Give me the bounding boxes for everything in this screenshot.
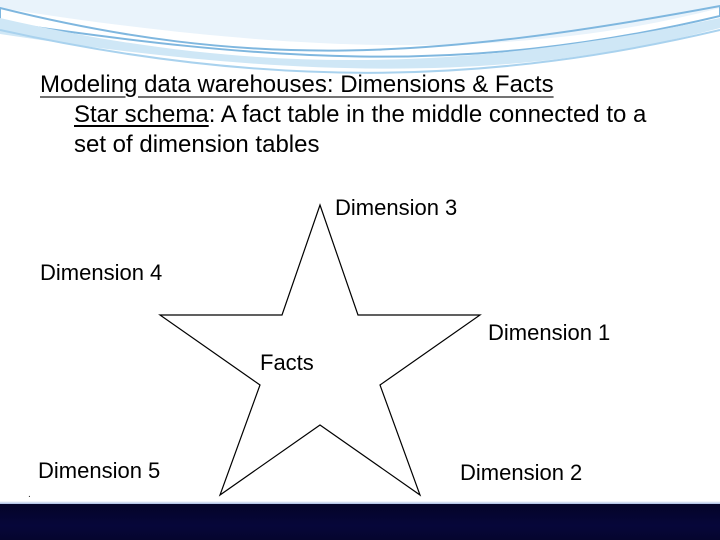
title-line-2: Star schema: A fact table in the middle … — [40, 100, 680, 160]
schema-name: Star schema — [74, 101, 209, 128]
slide-title: Modeling data warehouses: Dimensions & F… — [40, 70, 680, 160]
footer-bar — [0, 504, 720, 540]
label-dimension-1: Dimension 1 — [488, 320, 610, 346]
star-shape — [150, 195, 490, 515]
label-dimension-4: Dimension 4 — [40, 260, 162, 286]
label-dimension-5: Dimension 5 — [38, 458, 160, 484]
title-line-1: Modeling data warehouses: Dimensions & F… — [40, 71, 554, 98]
label-dimension-3: Dimension 3 — [335, 195, 457, 221]
label-facts: Facts — [260, 350, 314, 376]
label-dimension-2: Dimension 2 — [460, 460, 582, 486]
header-swoosh — [0, 0, 720, 80]
stray-dot: . — [28, 489, 31, 500]
